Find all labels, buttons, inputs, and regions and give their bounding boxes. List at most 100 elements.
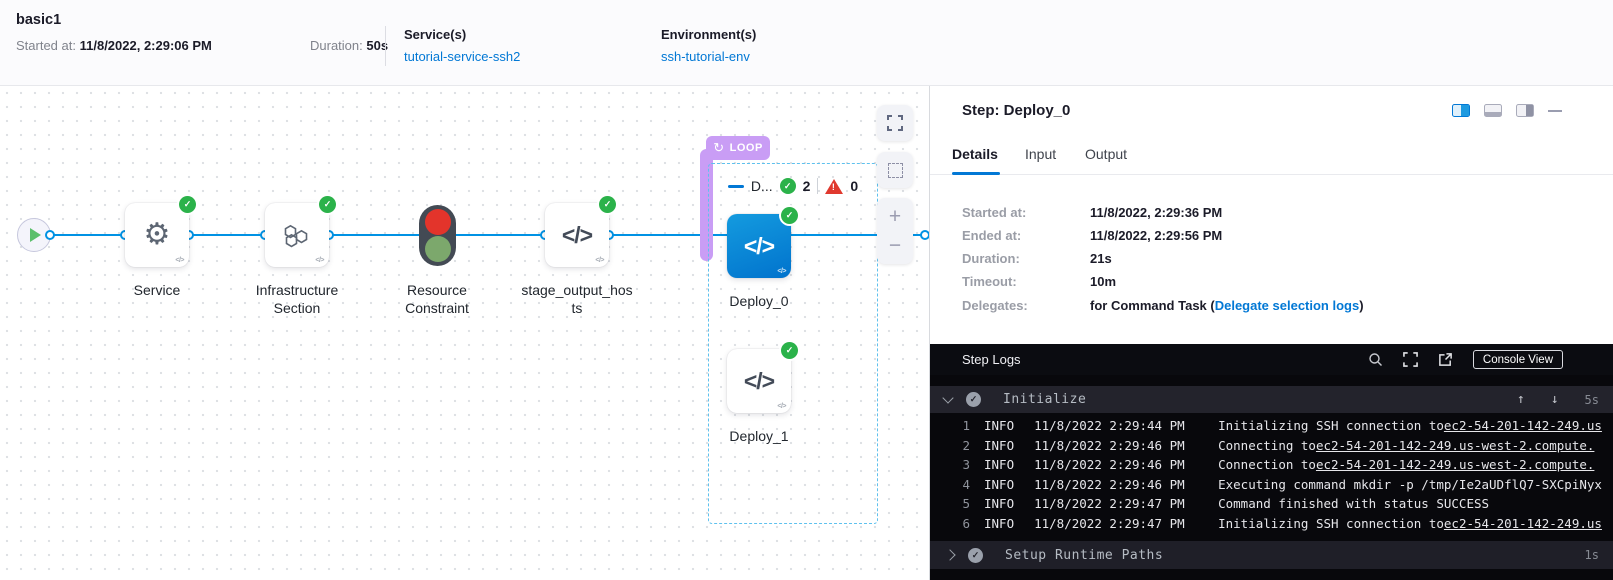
log-level: INFO: [984, 494, 1014, 514]
services-label: Service(s): [404, 27, 466, 42]
node-deploy-0[interactable]: </> </> ✓: [727, 214, 791, 278]
node-infrastructure[interactable]: </> ✓: [265, 203, 329, 267]
node-stage-output-hosts[interactable]: </> </> ✓: [545, 203, 609, 267]
node-deploy-1[interactable]: </> </> ✓: [727, 349, 791, 413]
fit-to-screen-button[interactable]: [877, 105, 913, 141]
delegates-text: ): [1359, 298, 1363, 313]
layout-bottom-button[interactable]: [1484, 104, 1502, 117]
connector-endpoint: [920, 230, 930, 240]
log-section-name: Setup Runtime Paths: [1005, 548, 1163, 563]
log-level: INFO: [984, 416, 1014, 436]
step-logs-console: Step Logs Console View ✓: [930, 344, 1613, 580]
log-line-number: 1: [930, 416, 970, 436]
code-icon: </>: [744, 233, 774, 260]
log-level: INFO: [984, 475, 1014, 495]
fit-to-screen-icon: [887, 115, 903, 131]
code-corner-icon: </>: [777, 403, 786, 410]
log-line: 1 INFO 11/8/2022 2:29:44 PM Initializing…: [930, 416, 1613, 436]
started-at: Started at: 11/8/2022, 2:29:06 PM: [16, 38, 212, 53]
environment-link[interactable]: ssh-tutorial-env: [661, 49, 750, 64]
open-in-new-tab-icon[interactable]: [1438, 352, 1454, 368]
log-host-link[interactable]: ec2-54-201-142-249.us: [1444, 514, 1602, 534]
started-at-label: Started at:: [16, 38, 76, 53]
code-icon: </>: [562, 222, 592, 249]
log-timestamp: 11/8/2022 2:29:47 PM: [1034, 494, 1190, 514]
log-host-link[interactable]: ec2-54-201-142-249.us-west-2.compute.: [1316, 436, 1594, 456]
failed-count: 0: [850, 178, 858, 194]
step-panel-title: Step: Deploy_0: [962, 102, 1070, 119]
pipeline-execution-view: basic1 Started at: 11/8/2022, 2:29:06 PM…: [0, 0, 1613, 580]
log-timestamp: 11/8/2022 2:29:44 PM: [1034, 416, 1190, 436]
duration-label: Duration:: [310, 38, 363, 53]
detail-row-duration: Duration: 21s: [930, 251, 1613, 274]
loop-icon: ↻: [713, 140, 724, 156]
log-message: Executing command mkdir -p /tmp/Ie2aUDfl…: [1218, 475, 1602, 495]
node-label: stage_output_hosts: [521, 281, 633, 317]
run-duration: Duration: 50s: [310, 38, 388, 53]
delegate-selection-logs-link[interactable]: Delegate selection logs: [1215, 298, 1360, 313]
search-icon[interactable]: [1368, 352, 1384, 368]
scroll-bottom-icon[interactable]: ↓: [1551, 392, 1559, 407]
detail-value: 11/8/2022, 2:29:36 PM: [1090, 205, 1222, 220]
log-timestamp: 11/8/2022 2:29:46 PM: [1034, 475, 1190, 495]
minimize-panel-button[interactable]: [1548, 110, 1562, 112]
zoom-in-button[interactable]: +: [889, 206, 901, 227]
log-message: Initializing SSH connection to: [1218, 514, 1444, 534]
zoom-out-button[interactable]: −: [889, 235, 901, 256]
node-resource-constraint[interactable]: [419, 205, 456, 266]
pipeline-canvas[interactable]: ⚙ </> ✓ Service </> ✓ Infrastructure Sec…: [0, 86, 930, 580]
zoom-controls: + −: [877, 198, 913, 264]
loop-step-name: D...: [751, 178, 773, 194]
log-line: 2 INFO 11/8/2022 2:29:46 PM Connecting t…: [930, 436, 1613, 456]
gear-icon: ⚙: [144, 220, 171, 250]
count-divider: [817, 178, 818, 194]
node-label: Deploy_1: [697, 427, 821, 445]
success-badge-icon: ✓: [781, 207, 798, 224]
node-service[interactable]: ⚙ </> ✓: [125, 203, 189, 267]
active-tab-underline: [952, 172, 1000, 175]
step-tabs: Details Input Output: [930, 141, 1613, 175]
log-lines: 1 INFO 11/8/2022 2:29:44 PM Initializing…: [930, 416, 1613, 534]
log-line-number: 3: [930, 455, 970, 475]
traffic-green-light-icon: [425, 236, 451, 262]
success-badge-icon: ✓: [319, 196, 336, 213]
console-header-actions: Console View: [1368, 350, 1563, 369]
log-line: 3 INFO 11/8/2022 2:29:46 PM Connection t…: [930, 455, 1613, 475]
step-details-panel: Step: Deploy_0 Details Input Output Star…: [930, 86, 1613, 580]
log-section-initialize[interactable]: ✓ Initialize ↑ ↓ 5s: [930, 386, 1613, 413]
log-host-link[interactable]: ec2-54-201-142-249.us-west-2.compute.: [1316, 455, 1594, 475]
log-line-number: 6: [930, 514, 970, 534]
fullscreen-icon[interactable]: [1403, 352, 1419, 368]
panel-layout-controls: [1452, 104, 1562, 117]
tab-output[interactable]: Output: [1085, 146, 1127, 162]
header-divider: [385, 26, 386, 66]
success-badge-icon: ✓: [179, 196, 196, 213]
log-section-setup-runtime-paths[interactable]: ✓ Setup Runtime Paths 1s: [930, 541, 1613, 569]
traffic-red-light-icon: [425, 209, 451, 235]
code-icon: </>: [744, 368, 774, 395]
marquee-select-button[interactable]: [877, 152, 913, 188]
service-link[interactable]: tutorial-service-ssh2: [404, 49, 520, 64]
hexagons-icon: [282, 220, 312, 250]
play-icon: [30, 228, 41, 242]
console-view-button[interactable]: Console View: [1473, 350, 1563, 369]
run-header: basic1 Started at: 11/8/2022, 2:29:06 PM…: [0, 0, 1613, 86]
section-duration: 5s: [1585, 393, 1599, 407]
log-host-link[interactable]: ec2-54-201-142-249.us: [1444, 416, 1602, 436]
success-count-icon: ✓: [780, 178, 796, 194]
tab-details[interactable]: Details: [952, 146, 998, 162]
scroll-top-icon[interactable]: ↑: [1517, 392, 1525, 407]
log-line: 6 INFO 11/8/2022 2:29:47 PM Initializing…: [930, 514, 1613, 534]
section-duration: 1s: [1585, 548, 1599, 562]
collapse-icon[interactable]: [728, 185, 744, 188]
layout-split-right-button[interactable]: [1452, 104, 1470, 117]
layout-right-button[interactable]: [1516, 104, 1534, 117]
warning-mark: !: [832, 182, 835, 192]
detail-value: for Command Task (Delegate selection log…: [1090, 298, 1364, 313]
log-section-name: Initialize: [1003, 392, 1086, 407]
tab-input[interactable]: Input: [1025, 146, 1056, 162]
detail-row-timeout: Timeout: 10m: [930, 274, 1613, 297]
chevron-down-icon: [942, 392, 953, 403]
step-logs-title: Step Logs: [962, 352, 1021, 367]
started-at-value: 11/8/2022, 2:29:06 PM: [80, 38, 212, 53]
